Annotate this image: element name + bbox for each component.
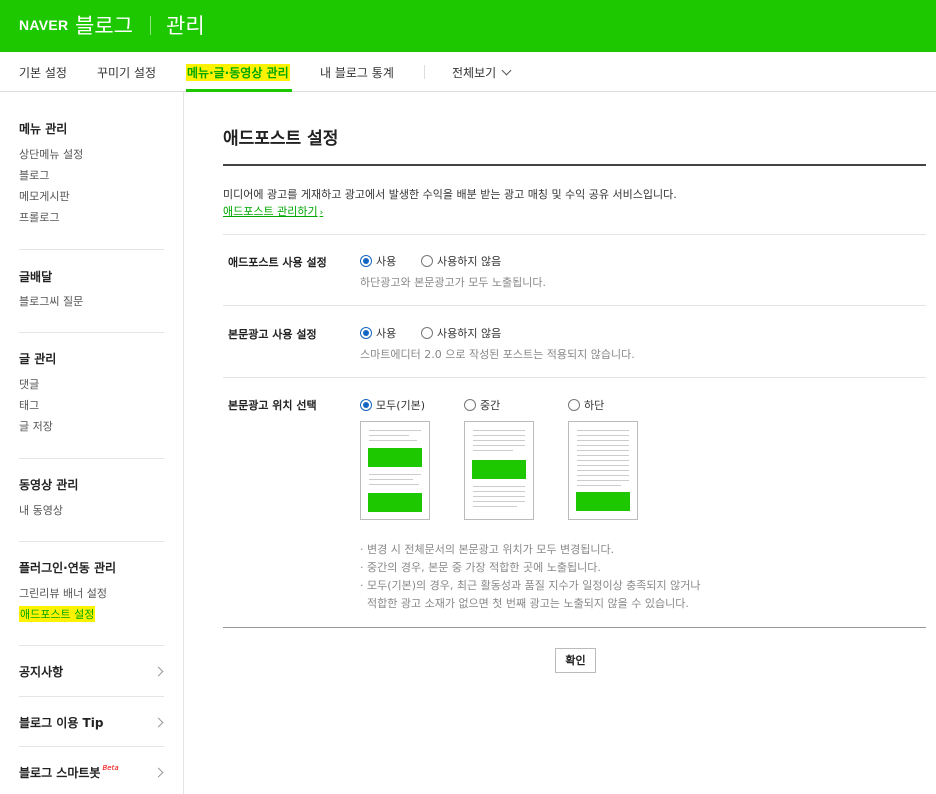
radio-position-middle[interactable]: 중간: [464, 397, 500, 413]
sidebar-divider: [19, 458, 164, 459]
arrow-right-icon: ›: [319, 208, 324, 218]
radio-selected-icon: [360, 399, 372, 411]
view-all-label: 전체보기: [452, 66, 497, 80]
page-title: 애드포스트 설정: [223, 129, 339, 149]
tab-blog-stats[interactable]: 내 블로그 통계: [320, 64, 394, 81]
radio-label: 모두(기본): [376, 399, 426, 412]
service-description: 미디어에 광고를 게재하고 광고에서 발생한 수익을 배분 받는 광고 매칭 및…: [223, 188, 677, 201]
header-divider: [150, 16, 151, 35]
row-label-body-ad-use: 본문광고 사용 설정: [228, 328, 317, 341]
position-preview-all[interactable]: [360, 421, 430, 520]
top-header: NAVER 블로그 관리: [0, 0, 936, 52]
note-line: · 중간의 경우, 본문 중 가장 적합한 곳에 노출됩니다.: [360, 561, 601, 574]
row-note: 스마트에디터 2.0 으로 작성된 포스트는 적용되지 않습니다.: [360, 348, 635, 361]
smartbot-label: 블로그 스마트봇: [19, 766, 101, 780]
view-all-button[interactable]: 전체보기: [452, 64, 512, 81]
sidebar-title-plugin-manage: 플러그인·연동 관리: [19, 561, 117, 575]
ad-block-preview: [472, 460, 526, 479]
sidebar-divider: [19, 645, 164, 646]
radio-adpost-use-off[interactable]: 사용하지 않음: [421, 253, 501, 269]
radio-adpost-use-on[interactable]: 사용: [360, 253, 396, 269]
sidebar-title-video-manage: 동영상 관리: [19, 478, 79, 492]
section-divider: [223, 377, 926, 378]
section-divider: [223, 305, 926, 306]
radio-position-all[interactable]: 모두(기본): [360, 397, 425, 413]
active-tab-indicator: [186, 89, 292, 92]
radio-body-ad-use-on[interactable]: 사용: [360, 325, 396, 341]
sidebar-divider: [19, 696, 164, 697]
beta-badge: Beta: [102, 764, 119, 772]
position-preview-bottom[interactable]: [568, 421, 638, 520]
sidebar-link-smartbot[interactable]: 블로그 스마트봇 Beta: [19, 764, 119, 781]
sidebar-item-blog[interactable]: 블로그: [19, 167, 49, 183]
sidebar-item-my-videos[interactable]: 내 동영상: [19, 502, 63, 518]
title-underline: [223, 164, 926, 166]
radio-selected-icon: [360, 327, 372, 339]
sidebar-link-notice[interactable]: 공지사항: [19, 663, 63, 680]
tab-basic-settings[interactable]: 기본 설정: [19, 64, 67, 81]
position-notes: · 변경 시 전체문서의 본문광고 위치가 모두 변경됩니다. · 중간의 경우…: [360, 541, 701, 613]
ad-block-preview: [368, 448, 422, 467]
blog-home-link[interactable]: 블로그: [75, 10, 133, 40]
radio-unselected-icon: [421, 255, 433, 267]
naver-logo[interactable]: NAVER: [19, 17, 68, 33]
radio-unselected-icon: [464, 399, 476, 411]
confirm-button[interactable]: 확인: [555, 648, 596, 673]
sidebar-divider: [19, 746, 164, 747]
sidebar-item-prologue[interactable]: 프롤로그: [19, 209, 59, 225]
ad-block-preview: [576, 492, 630, 511]
top-nav: 기본 설정 꾸미기 설정 메뉴·글·동영상 관리 내 블로그 통계 전체보기: [0, 52, 936, 92]
sidebar-title-delivery: 글배달: [19, 270, 53, 284]
radio-body-ad-use-off[interactable]: 사용하지 않음: [421, 325, 501, 341]
sidebar-item-post-save[interactable]: 글 저장: [19, 418, 53, 434]
sidebar-divider: [19, 249, 164, 250]
radio-label: 사용하지 않음: [437, 255, 502, 268]
row-note: 하단광고와 본문광고가 모두 노출됩니다.: [360, 276, 547, 289]
sidebar-item-green-review[interactable]: 그린리뷰 배너 설정: [19, 585, 107, 601]
sidebar-link-blog-tip[interactable]: 블로그 이용 Tip: [19, 714, 103, 731]
sidebar-item-blogc-question[interactable]: 블로그씨 질문: [19, 293, 83, 309]
position-preview-middle[interactable]: [464, 421, 534, 520]
radio-label: 사용: [376, 327, 397, 340]
tab-design-settings[interactable]: 꾸미기 설정: [97, 64, 156, 81]
sidebar-item-comments[interactable]: 댓글: [19, 376, 39, 392]
sidebar-item-top-menu[interactable]: 상단메뉴 설정: [19, 146, 83, 162]
chevron-down-icon: [501, 65, 512, 76]
radio-label: 사용: [376, 255, 397, 268]
adpost-manage-link[interactable]: 애드포스트 관리하기 ›: [223, 203, 323, 219]
sidebar-title-menu-manage: 메뉴 관리: [19, 122, 68, 136]
radio-selected-icon: [360, 255, 372, 267]
ad-block-preview: [368, 493, 422, 512]
radio-unselected-icon: [421, 327, 433, 339]
manage-title[interactable]: 관리: [166, 10, 205, 40]
tab-menu-post-video[interactable]: 메뉴·글·동영상 관리: [186, 64, 290, 81]
sidebar-item-tags[interactable]: 태그: [19, 397, 39, 413]
radio-label: 중간: [480, 399, 501, 412]
sidebar-title-post-manage: 글 관리: [19, 352, 57, 366]
radio-label: 하단: [584, 399, 605, 412]
row-label-body-ad-position: 본문광고 위치 선택: [228, 399, 317, 412]
section-divider: [223, 234, 926, 235]
note-line: · 모두(기본)의 경우, 최근 활동성과 품질 지수가 일정이상 충족되지 않…: [360, 579, 701, 592]
radio-label: 사용하지 않음: [437, 327, 502, 340]
sidebar-divider: [19, 332, 164, 333]
radio-position-bottom[interactable]: 하단: [568, 397, 604, 413]
radio-unselected-icon: [568, 399, 580, 411]
sidebar-item-memo-board[interactable]: 메모게시판: [19, 188, 70, 204]
row-label-adpost-use: 애드포스트 사용 설정: [228, 256, 327, 269]
sidebar-item-adpost[interactable]: 애드포스트 설정: [19, 606, 96, 622]
sidebar-divider: [19, 541, 164, 542]
section-divider: [223, 627, 926, 628]
note-line: · 변경 시 전체문서의 본문광고 위치가 모두 변경됩니다.: [360, 543, 615, 556]
note-line: 적합한 광고 소재가 없으면 첫 번째 광고는 노출되지 않을 수 있습니다.: [360, 597, 689, 610]
nav-divider: [424, 65, 425, 79]
adpost-manage-link-label: 애드포스트 관리하기: [223, 205, 318, 218]
